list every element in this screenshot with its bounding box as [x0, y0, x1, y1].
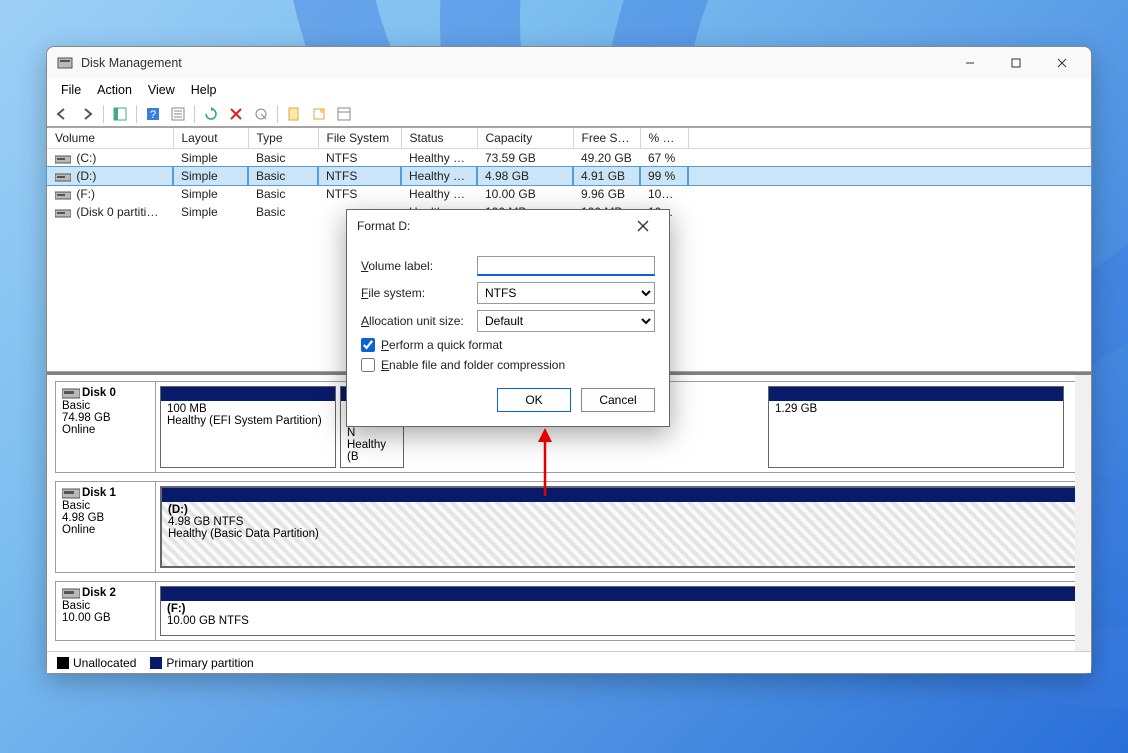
- dialog-close-button[interactable]: [627, 210, 659, 242]
- col-layout[interactable]: Layout: [173, 128, 248, 149]
- file-system-select[interactable]: NTFS: [477, 282, 655, 304]
- partition[interactable]: (D:)4.98 GB NTFSHealthy (Basic Data Part…: [160, 486, 1078, 568]
- window-title: Disk Management: [81, 56, 947, 70]
- dialog-title: Format D:: [357, 219, 627, 233]
- volume-label-label: VVolume label:olume label:: [361, 259, 477, 273]
- disk-row: Disk 1Basic4.98 GBOnline(D:)4.98 GB NTFS…: [55, 481, 1083, 573]
- col-filesystem[interactable]: File System: [318, 128, 401, 149]
- legend: Unallocated Primary partition: [47, 651, 1091, 673]
- new-icon[interactable]: [283, 103, 305, 125]
- menu-view[interactable]: View: [140, 81, 183, 99]
- alloc-label: Allocation unit size:: [361, 314, 477, 328]
- close-button[interactable]: [1039, 47, 1085, 79]
- nav-forward-icon[interactable]: [76, 103, 98, 125]
- menu-bar: File Action View Help: [47, 79, 1091, 101]
- col-free[interactable]: Free Spa...: [573, 128, 640, 149]
- wizard-icon[interactable]: [308, 103, 330, 125]
- col-capacity[interactable]: Capacity: [477, 128, 573, 149]
- format-dialog: Format D: VVolume label:olume label: Fil…: [346, 209, 670, 427]
- titlebar[interactable]: Disk Management: [47, 47, 1091, 79]
- properties-icon[interactable]: [167, 103, 189, 125]
- show-hide-console-icon[interactable]: [109, 103, 131, 125]
- alloc-select[interactable]: Default: [477, 310, 655, 332]
- list-icon[interactable]: [333, 103, 355, 125]
- partition[interactable]: 100 MBHealthy (EFI System Partition): [160, 386, 336, 468]
- col-volume[interactable]: Volume: [47, 128, 173, 149]
- compression-label: Enable file and folder compression: [381, 358, 565, 372]
- partition[interactable]: 1.29 GB: [768, 386, 1064, 468]
- cancel-button[interactable]: Cancel: [581, 388, 655, 412]
- file-system-label: File system:: [361, 286, 477, 300]
- dialog-titlebar[interactable]: Format D:: [347, 210, 669, 242]
- menu-action[interactable]: Action: [89, 81, 140, 99]
- col-pct[interactable]: % Free: [640, 128, 688, 149]
- quick-format-label: Perform a quick format: [381, 338, 502, 352]
- refresh-icon[interactable]: [200, 103, 222, 125]
- nav-back-icon[interactable]: [51, 103, 73, 125]
- app-icon: [57, 55, 73, 71]
- delete-icon[interactable]: [225, 103, 247, 125]
- volume-label-input[interactable]: [477, 256, 655, 276]
- menu-file[interactable]: File: [53, 81, 89, 99]
- maximize-button[interactable]: [993, 47, 1039, 79]
- quick-format-checkbox[interactable]: [361, 338, 375, 352]
- table-row[interactable]: (F:)SimpleBasicNTFSHealthy (P...10.00 GB…: [47, 185, 1091, 203]
- partition[interactable]: (F:)10.00 GB NTFS: [160, 586, 1078, 636]
- action-icon[interactable]: [250, 103, 272, 125]
- toolbar: ?: [47, 101, 1091, 127]
- col-status[interactable]: Status: [401, 128, 477, 149]
- ok-button[interactable]: OK: [497, 388, 571, 412]
- disk-row: Disk 2Basic10.00 GB(F:)10.00 GB NTFS: [55, 581, 1083, 641]
- legend-unallocated: Unallocated: [73, 656, 136, 670]
- help-icon[interactable]: ?: [142, 103, 164, 125]
- legend-primary: Primary partition: [166, 656, 253, 670]
- col-type[interactable]: Type: [248, 128, 318, 149]
- scrollbar[interactable]: [1075, 375, 1091, 651]
- menu-help[interactable]: Help: [183, 81, 225, 99]
- svg-text:?: ?: [150, 109, 156, 121]
- table-row[interactable]: (D:)SimpleBasicNTFSHealthy (B...4.98 GB4…: [47, 167, 1091, 185]
- table-row[interactable]: (C:)SimpleBasicNTFSHealthy (B...73.59 GB…: [47, 149, 1091, 168]
- minimize-button[interactable]: [947, 47, 993, 79]
- compression-checkbox[interactable]: [361, 358, 375, 372]
